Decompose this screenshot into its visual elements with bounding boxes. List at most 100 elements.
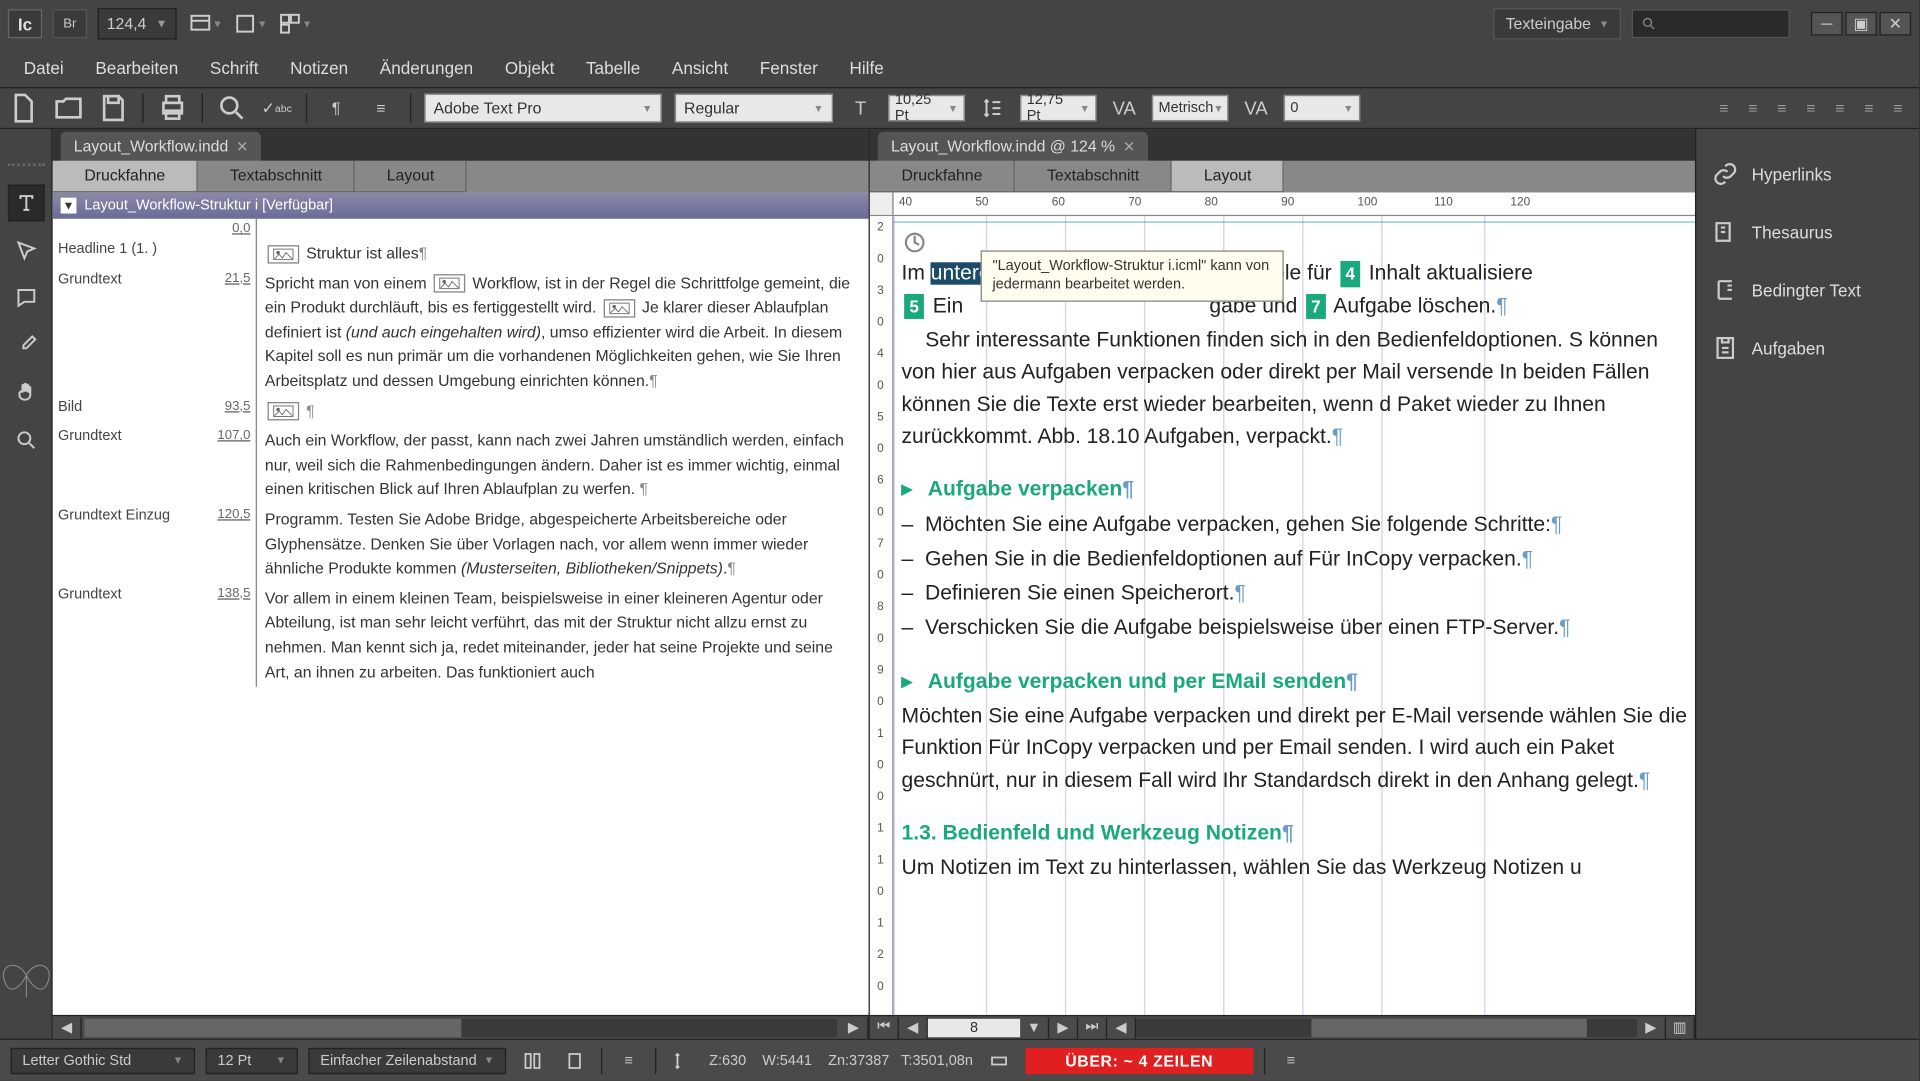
- story-text[interactable]: Auch ein Workflow, der passt, kann nach …: [257, 426, 869, 505]
- menu-window[interactable]: Fenster: [744, 49, 834, 85]
- find-icon[interactable]: [216, 94, 248, 123]
- screen-mode-icon[interactable]: ▼: [232, 9, 269, 38]
- vertical-ruler[interactable]: 2030405060708090100110120: [870, 216, 894, 1015]
- hand-tool[interactable]: [7, 374, 44, 411]
- heading-email[interactable]: ▸ Aufgabe verpacken und per EMail senden…: [902, 667, 1688, 699]
- story-text[interactable]: ¶: [257, 396, 869, 426]
- menu-view[interactable]: Ansicht: [656, 49, 744, 85]
- align-justify-icon[interactable]: ≡: [1798, 95, 1824, 121]
- panel-menu-icon[interactable]: ≡: [365, 94, 397, 123]
- horizontal-ruler[interactable]: 405060708090100110120: [870, 192, 1695, 216]
- leading-input[interactable]: 12,75 Pt▼: [1020, 95, 1096, 121]
- maximize-button[interactable]: ▣: [1845, 12, 1877, 36]
- story-text[interactable]: Programm. Testen Sie Adobe Bridge, abges…: [257, 505, 869, 584]
- galley-row[interactable]: Grundtext Einzug120,5Programm. Testen Si…: [53, 505, 869, 584]
- horizontal-scrollbar-left[interactable]: ◀ ▶: [53, 1015, 869, 1039]
- panel-grip[interactable]: [7, 156, 44, 167]
- single-col-icon[interactable]: [559, 1046, 591, 1075]
- type-tool[interactable]: [7, 185, 44, 222]
- font-size-input[interactable]: 10,25 Pt▼: [888, 95, 964, 121]
- scroll-right-button[interactable]: ▶: [1637, 1017, 1666, 1038]
- close-icon[interactable]: ✕: [1123, 138, 1135, 155]
- horizontal-scrollbar[interactable]: [1136, 1018, 1637, 1036]
- bridge-button[interactable]: Br: [53, 9, 87, 38]
- story-text[interactable]: [257, 219, 869, 239]
- eyedropper-tool[interactable]: [7, 327, 44, 364]
- status-size-select[interactable]: 12 Pt▼: [206, 1047, 298, 1073]
- align-justify-right-icon[interactable]: ≡: [1885, 95, 1911, 121]
- panel-conditional-text[interactable]: Bedingter Text: [1702, 261, 1914, 319]
- first-page-button[interactable]: ⏮: [870, 1017, 899, 1038]
- kerning-select[interactable]: Metrisch▼: [1152, 95, 1228, 121]
- list-item-3[interactable]: – Definieren Sie einen Speicherort.¶: [902, 579, 1688, 611]
- font-style-select[interactable]: Regular▼: [675, 94, 833, 123]
- update-content-icon[interactable]: [902, 230, 928, 256]
- menu-table[interactable]: Tabelle: [570, 49, 656, 85]
- galley-row[interactable]: 0,0: [53, 219, 869, 239]
- workspace-dropdown[interactable]: Texteingabe ▼: [1494, 8, 1621, 40]
- spellcheck-icon[interactable]: ✓abc: [261, 94, 293, 123]
- copyfit-icon[interactable]: [667, 1046, 699, 1075]
- panel-thesaurus[interactable]: Thesaurus: [1702, 203, 1914, 261]
- heading-1-3[interactable]: 1.3. Bedienfeld und Werkzeug Notizen¶: [902, 818, 1688, 850]
- prev-page-button[interactable]: ◀: [899, 1017, 928, 1038]
- story-text[interactable]: Spricht man von einem Workflow, ist in d…: [257, 268, 869, 396]
- list-item-2[interactable]: – Gehen Sie in die Bedienfeldoptionen au…: [902, 544, 1688, 576]
- align-justify-center-icon[interactable]: ≡: [1856, 95, 1882, 121]
- scroll-left-button[interactable]: ◀: [1107, 1017, 1136, 1038]
- assignment-header[interactable]: ▼ Layout_Workflow-Struktur i [Verfügbar]: [53, 192, 869, 218]
- next-page-button[interactable]: ▶: [1049, 1017, 1078, 1038]
- story-text[interactable]: Struktur ist alles¶: [257, 239, 869, 269]
- galley-row[interactable]: Headline 1 (1. ) Struktur ist alles¶: [53, 239, 869, 269]
- list-item-1[interactable]: – Möchten Sie eine Aufgabe verpacken, ge…: [902, 509, 1688, 541]
- pilcrow-icon[interactable]: ¶: [320, 94, 352, 123]
- zoom-level-dropdown[interactable]: 124,4 ▼: [98, 8, 177, 40]
- view-tab-druckfahne[interactable]: Druckfahne: [53, 161, 198, 193]
- view-tab-textabschnitt-r[interactable]: Textabschnitt: [1015, 161, 1172, 193]
- status-font-select[interactable]: Letter Gothic Std▼: [11, 1047, 196, 1073]
- story-text[interactable]: Vor allem in einem kleinen Team, beispie…: [257, 584, 869, 687]
- open-icon[interactable]: [53, 94, 85, 123]
- disclosure-icon[interactable]: ▼: [61, 198, 77, 214]
- panel-hyperlinks[interactable]: Hyperlinks: [1702, 145, 1914, 203]
- close-button[interactable]: ✕: [1879, 12, 1911, 36]
- page-number-input[interactable]: 8: [928, 1018, 1020, 1036]
- document-tab-left[interactable]: Layout_Workflow.indd ✕: [61, 132, 262, 161]
- status-leading-select[interactable]: Einfacher Zeilenabstand▼: [308, 1047, 506, 1073]
- heading-verpacken[interactable]: ▸ Aufgabe verpacken¶: [902, 475, 1688, 507]
- galley-row[interactable]: Grundtext21,5Spricht man von einem Workf…: [53, 268, 869, 396]
- view-tab-druckfahne-r[interactable]: Druckfahne: [870, 161, 1015, 193]
- close-icon[interactable]: ✕: [236, 138, 248, 155]
- menu-help[interactable]: Hilfe: [834, 49, 900, 85]
- minimize-button[interactable]: ─: [1811, 12, 1843, 36]
- position-tool[interactable]: [7, 232, 44, 269]
- view-tab-layout[interactable]: Layout: [355, 161, 467, 193]
- zoom-tool[interactable]: [7, 422, 44, 459]
- galley-row[interactable]: Grundtext138,5Vor allem in einem kleinen…: [53, 584, 869, 687]
- columns-icon[interactable]: [517, 1046, 549, 1075]
- last-page-button[interactable]: ⏭: [1078, 1017, 1107, 1038]
- menu-icon[interactable]: ≡: [613, 1046, 645, 1075]
- arrange-icon[interactable]: ▼: [277, 9, 314, 38]
- page-canvas[interactable]: Im unteren Bereich finden Sie die Symbol…: [894, 216, 1695, 1015]
- menu-file[interactable]: Datei: [8, 49, 80, 85]
- menu-notes[interactable]: Notizen: [274, 49, 364, 85]
- body-paragraph-4[interactable]: Um Notizen im Text zu hinterlassen, wähl…: [902, 853, 1688, 885]
- align-center-icon[interactable]: ≡: [1740, 95, 1766, 121]
- menu-type[interactable]: Schrift: [194, 49, 274, 85]
- page-dropdown[interactable]: ▼: [1020, 1017, 1049, 1038]
- galley-row[interactable]: Bild93,5 ¶: [53, 396, 869, 426]
- note-tool[interactable]: [7, 279, 44, 316]
- view-options-icon[interactable]: ▼: [187, 9, 224, 38]
- status-menu-icon[interactable]: ≡: [1275, 1046, 1307, 1075]
- print-icon[interactable]: [157, 94, 189, 123]
- split-view-button[interactable]: ▥: [1666, 1017, 1695, 1038]
- body-paragraph-2[interactable]: Sehr interessante Funktionen finden sich…: [902, 325, 1688, 453]
- font-family-select[interactable]: Adobe Text Pro▼: [424, 94, 661, 123]
- document-tab-right[interactable]: Layout_Workflow.indd @ 124 % ✕: [878, 132, 1149, 161]
- menu-object[interactable]: Objekt: [489, 49, 570, 85]
- list-item-4[interactable]: – Verschicken Sie die Aufgabe beispielsw…: [902, 613, 1688, 645]
- align-left-icon[interactable]: ≡: [1711, 95, 1737, 121]
- align-right-icon[interactable]: ≡: [1769, 95, 1795, 121]
- menu-changes[interactable]: Änderungen: [364, 49, 489, 85]
